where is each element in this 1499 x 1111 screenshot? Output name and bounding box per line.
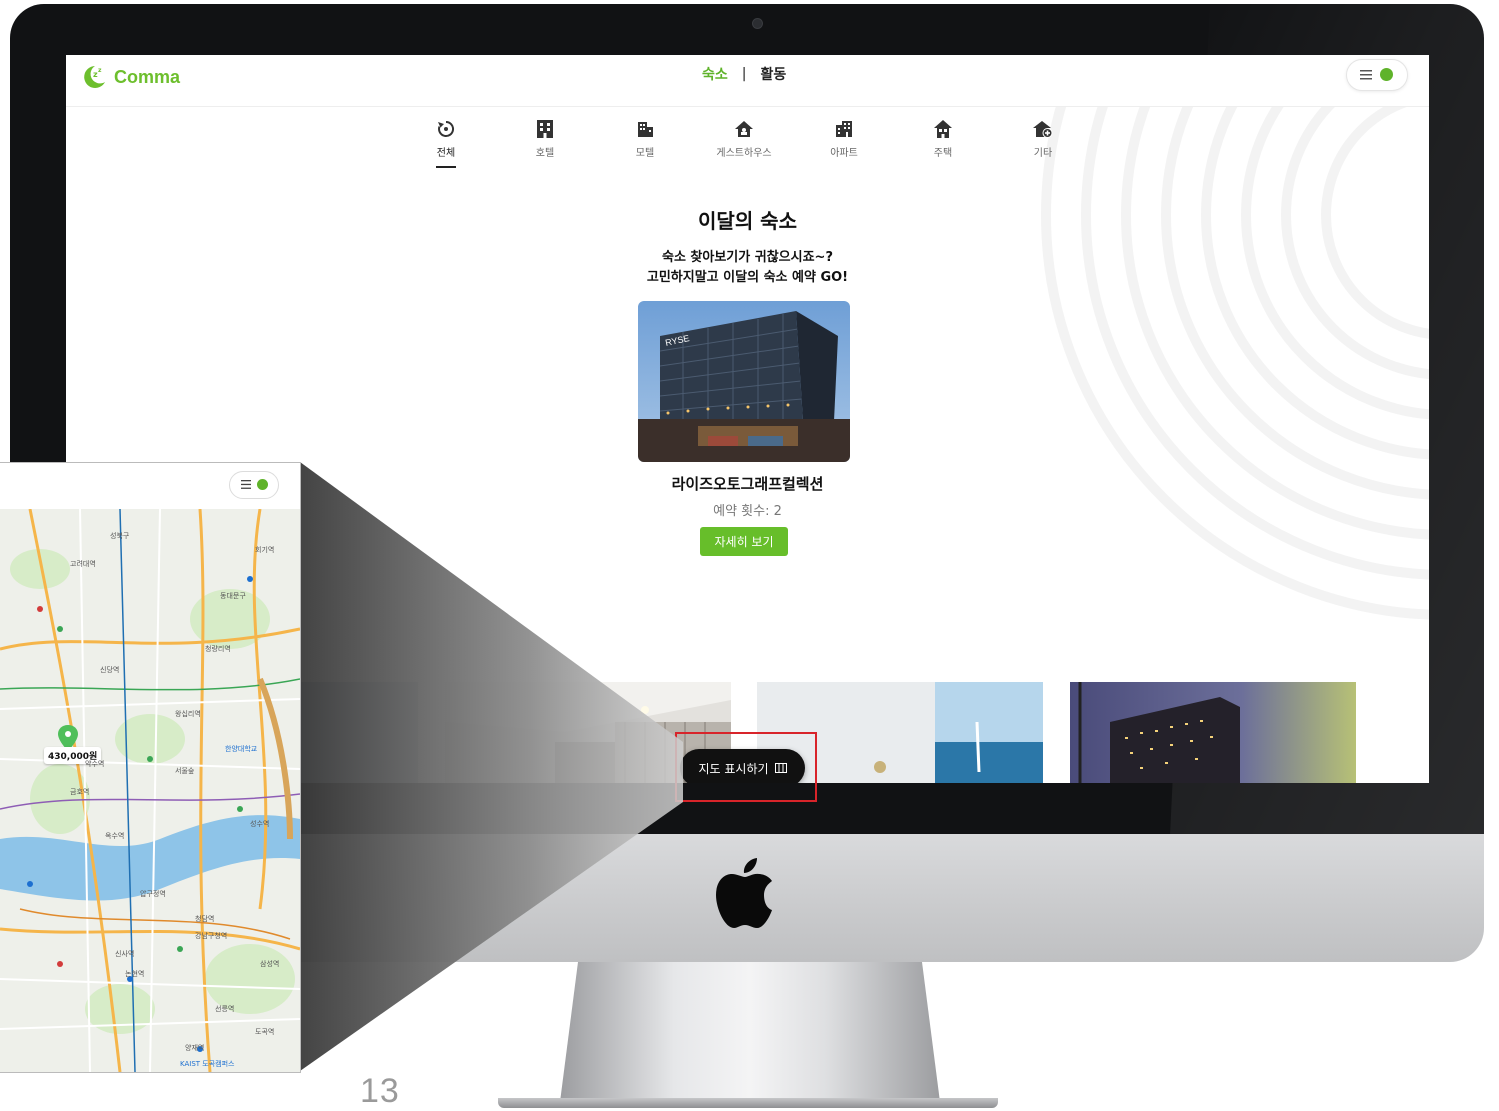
map-label: 고려대역 (70, 560, 96, 568)
map-label: 성북구 (110, 532, 130, 540)
map-label: KAIST 도곡캠퍼스 (180, 1060, 235, 1068)
category-label: 아파트 (830, 148, 858, 159)
category-hotel[interactable]: 호텔 (515, 117, 575, 159)
map-label: 삼성역 (260, 960, 280, 968)
svg-text:z: z (98, 67, 102, 74)
map-label: 한양대학교 (225, 745, 258, 753)
category-etc[interactable]: 기타 (1013, 117, 1073, 159)
moon-logo-icon: z z (84, 66, 105, 88)
subtitle-line-1: 숙소 찾아보기가 귀찮으시죠~? (661, 250, 833, 265)
map-label: 청량리역 (205, 645, 231, 653)
slide-page-number: 13 (360, 1072, 400, 1110)
map-label: 압구정역 (140, 890, 166, 898)
map-label: 논현역 (125, 970, 145, 978)
map-label: 선릉역 (215, 1005, 235, 1013)
map-label: 회기역 (255, 546, 275, 554)
map-icon (774, 763, 787, 773)
category-label: 모텔 (635, 148, 655, 159)
category-apartment[interactable]: 아파트 (814, 117, 874, 159)
subtitle-line-2: 고민하지말고 이달의 숙소 예약 GO! (646, 270, 849, 285)
guesthouse-icon (735, 121, 753, 137)
show-map-label: 지도 표시하기 (698, 761, 769, 776)
category-motel[interactable]: 모텔 (615, 117, 675, 159)
category-label: 게스트하우스 (716, 148, 772, 159)
show-map-button[interactable]: 지도 표시하기 (680, 749, 805, 783)
category-all[interactable]: 전체 (416, 117, 476, 168)
map-label: 도곡역 (255, 1028, 275, 1036)
monitor-stand (560, 962, 940, 1102)
hotel-building-image: RYSE (638, 301, 850, 462)
category-label: 기타 (1033, 148, 1053, 159)
featured-hotel-photo[interactable]: RYSE (638, 301, 850, 462)
hotel-icon (537, 120, 553, 138)
map-label: 양재역 (185, 1044, 205, 1052)
nav-activity-link[interactable]: 활동 (760, 64, 786, 84)
category-guesthouse[interactable]: 게스트하우스 (714, 117, 774, 159)
map-label: 동대문구 (220, 592, 246, 600)
map-label: 성수역 (250, 820, 270, 828)
category-house[interactable]: 주택 (913, 117, 973, 159)
user-menu-button[interactable] (1346, 59, 1408, 91)
hamburger-menu-icon (1360, 70, 1372, 80)
map-label: 신당역 (100, 666, 120, 674)
seoul-map-image (0, 508, 300, 1072)
listing-thumbnail[interactable] (1070, 682, 1356, 783)
map-view-inset: 430,000원 성북구 동대문구 성수역 서울숲 한양대학교 왕십리역 KAI… (0, 462, 301, 1073)
map-label: 서울숲 (175, 767, 195, 775)
main-nav: 숙소 | 활동 (702, 64, 786, 84)
map-label: 청담역 (195, 915, 215, 923)
map-label: 강남구청역 (195, 932, 228, 940)
camera-dot (753, 19, 762, 28)
map-label: 옥수역 (105, 832, 125, 840)
map-label: 약수역 (85, 760, 105, 768)
logo-text: Comma (114, 66, 181, 87)
hamburger-menu-icon (241, 480, 251, 489)
view-details-button[interactable]: 자세히 보기 (700, 527, 788, 556)
motel-icon (638, 122, 653, 137)
user-avatar (1380, 68, 1393, 81)
nav-stay-link[interactable]: 숙소 (702, 64, 728, 84)
monitor-stand-foot (498, 1098, 998, 1108)
comma-logo[interactable]: z z Comma (80, 63, 180, 91)
category-label: 주택 (933, 148, 953, 159)
category-label: 전체 (436, 148, 456, 159)
active-underline (436, 166, 456, 168)
top-navigation-bar: z z Comma 숙소 | 활동 (66, 55, 1429, 107)
house-plus-icon (1033, 121, 1053, 138)
map-view-header (0, 463, 300, 509)
map-user-menu-button[interactable] (229, 471, 279, 499)
map-canvas[interactable]: 430,000원 성북구 동대문구 성수역 서울숲 한양대학교 왕십리역 KAI… (0, 508, 300, 1072)
section-subtitle: 숙소 찾아보기가 귀찮으시죠~? 고민하지말고 이달의 숙소 예약 GO! (66, 248, 1429, 288)
section-title: 이달의 숙소 (698, 209, 797, 233)
refresh-icon (438, 120, 455, 137)
category-bar: 전체 호텔 모텔 게스트하우스 아파트 주택 기타 (416, 117, 1096, 177)
house-icon (934, 120, 952, 138)
map-label: 금호역 (70, 788, 90, 796)
map-label: 왕십리역 (175, 710, 201, 718)
nav-separator: | (741, 66, 747, 82)
map-label: 신사역 (115, 950, 135, 958)
listing-thumbnail[interactable] (298, 682, 418, 783)
apple-logo-icon (716, 858, 772, 928)
apartment-icon (836, 121, 852, 137)
hotel-night-image (1070, 682, 1356, 783)
user-avatar (257, 479, 268, 490)
category-label: 호텔 (535, 148, 555, 159)
